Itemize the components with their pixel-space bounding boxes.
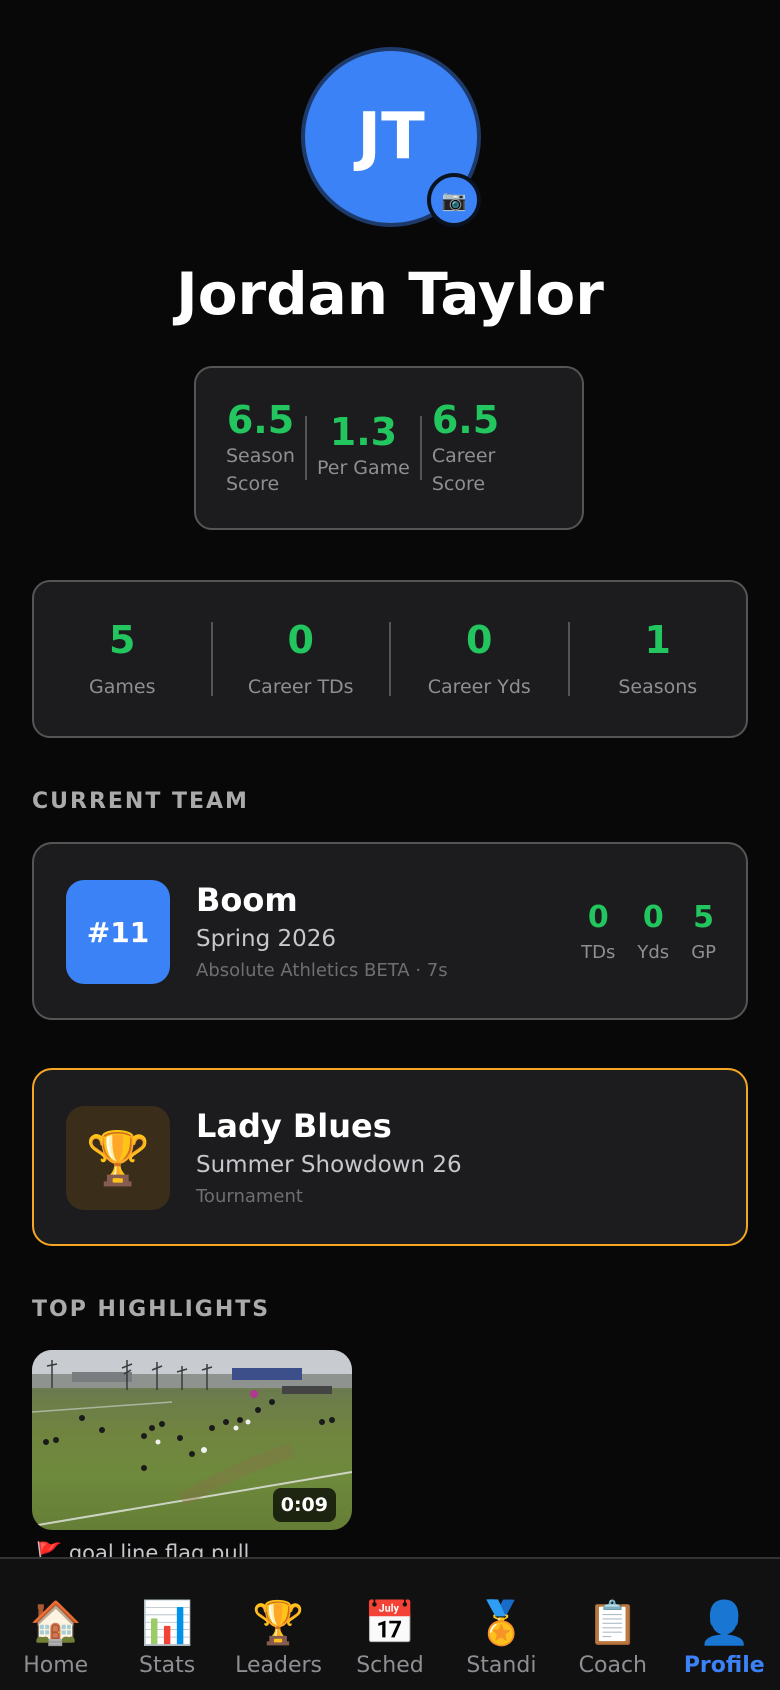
team-stat-tds: 0 TDs	[581, 898, 615, 968]
tab-stats[interactable]: 📊 Stats	[111, 1559, 222, 1690]
tab-label: Leaders	[235, 1653, 322, 1678]
tab-profile[interactable]: 👤 Profile	[669, 1559, 780, 1690]
team-stat-gp: 5 GP	[691, 898, 716, 968]
tab-label: Standi	[466, 1653, 537, 1678]
tournament-info: Lady Blues Summer Showdown 26 Tournament	[196, 1104, 462, 1212]
stat-value: 0	[466, 618, 493, 662]
highlight-video-thumbnail[interactable]: 0:09	[32, 1350, 352, 1530]
clipboard-icon: 📋	[586, 1598, 639, 1647]
tournament-team-card[interactable]: 🏆 Lady Blues Summer Showdown 26 Tourname…	[32, 1068, 748, 1246]
stat-value: 0	[287, 618, 314, 662]
team-stat-yds: 0 Yds	[637, 898, 669, 968]
player-name: Jordan Taylor	[176, 260, 604, 328]
stat-seasons: 1 Seasons	[570, 615, 747, 703]
per-game-score: 1.3 Per Game	[317, 398, 410, 482]
camera-icon[interactable]: 📷	[427, 173, 481, 227]
career-score: 6.5 Career Score	[432, 398, 499, 498]
divider	[419, 416, 422, 480]
stat-games: 5 Games	[34, 615, 211, 703]
tab-home[interactable]: 🏠 Home	[0, 1559, 111, 1690]
team-stat-label: GP	[691, 942, 716, 963]
score-summary-card: 6.5 Season Score 1.3 Per Game 6.5 Career…	[194, 366, 584, 530]
season-score-value: 6.5	[226, 398, 295, 442]
stat-label: Career Yds	[427, 676, 531, 698]
stat-label: Games	[89, 676, 156, 698]
tournament-type: Tournament	[196, 1186, 303, 1207]
jersey-number-badge: #11	[66, 880, 170, 984]
bottom-tab-bar: 🏠 Home 📊 Stats 🏆 Leaders 📅 Sched 🏅 Stand…	[0, 1557, 780, 1690]
stat-value: 1	[644, 618, 671, 662]
current-team-card[interactable]: #11 Boom Spring 2026 Absolute Athletics …	[32, 842, 748, 1020]
medal-icon: 🏅	[475, 1598, 528, 1647]
tournament-event: Summer Showdown 26	[196, 1152, 462, 1178]
career-stats-card: 5 Games 0 Career TDs 0 Career Yds 1 Seas…	[32, 580, 748, 738]
stat-label: Career TDs	[247, 676, 354, 698]
per-game-value: 1.3	[329, 410, 398, 454]
trophy-icon: 🏆	[66, 1106, 170, 1210]
team-info: Boom Spring 2026 Absolute Athletics BETA…	[196, 878, 448, 986]
divider	[304, 416, 307, 480]
per-game-label: Per Game	[316, 457, 410, 479]
stat-career-tds: 0 Career TDs	[213, 615, 390, 703]
career-score-value: 6.5	[431, 398, 500, 442]
team-name: Boom	[196, 881, 298, 919]
trophy-icon: 🏆	[252, 1598, 305, 1647]
tab-coach[interactable]: 📋 Coach	[557, 1559, 668, 1690]
team-stat-label: Yds	[637, 942, 670, 963]
team-stat-value: 0	[642, 900, 664, 935]
current-team-title: CURRENT TEAM	[32, 789, 249, 814]
bar-chart-icon: 📊	[140, 1598, 194, 1647]
team-stat-label: TDs	[581, 942, 616, 963]
stat-label: Seasons	[618, 676, 698, 698]
tab-label: Coach	[578, 1653, 647, 1678]
tab-standings[interactable]: 🏅 Standi	[446, 1559, 557, 1690]
career-score-label: Career Score	[431, 445, 496, 495]
tab-label: Profile	[683, 1653, 765, 1678]
season-score-label: Season Score	[226, 445, 295, 495]
team-league: Absolute Athletics BETA · 7s	[196, 960, 448, 981]
stat-value: 5	[109, 618, 136, 662]
team-stat-value: 0	[587, 900, 609, 935]
season-score: 6.5 Season Score	[226, 398, 295, 498]
stat-career-yds: 0 Career Yds	[391, 615, 568, 703]
team-stat-value: 5	[693, 900, 715, 935]
tab-label: Sched	[356, 1653, 424, 1678]
calendar-icon: 📅	[363, 1598, 417, 1647]
team-season: Spring 2026	[196, 926, 337, 952]
top-highlights-title: TOP HIGHLIGHTS	[32, 1297, 271, 1322]
home-icon: 🏠	[29, 1598, 82, 1647]
video-duration: 0:09	[272, 1488, 336, 1522]
tab-label: Stats	[139, 1653, 196, 1678]
tournament-team-name: Lady Blues	[196, 1107, 392, 1145]
avatar-container[interactable]: JT 📷	[301, 47, 481, 227]
avatar-initials: JT	[357, 100, 425, 174]
person-icon: 👤	[698, 1598, 751, 1647]
tab-schedule[interactable]: 📅 Sched	[334, 1559, 445, 1690]
tab-leaders[interactable]: 🏆 Leaders	[223, 1559, 334, 1690]
team-stats: 0 TDs 0 Yds 5 GP	[581, 898, 716, 968]
tab-label: Home	[23, 1653, 89, 1678]
